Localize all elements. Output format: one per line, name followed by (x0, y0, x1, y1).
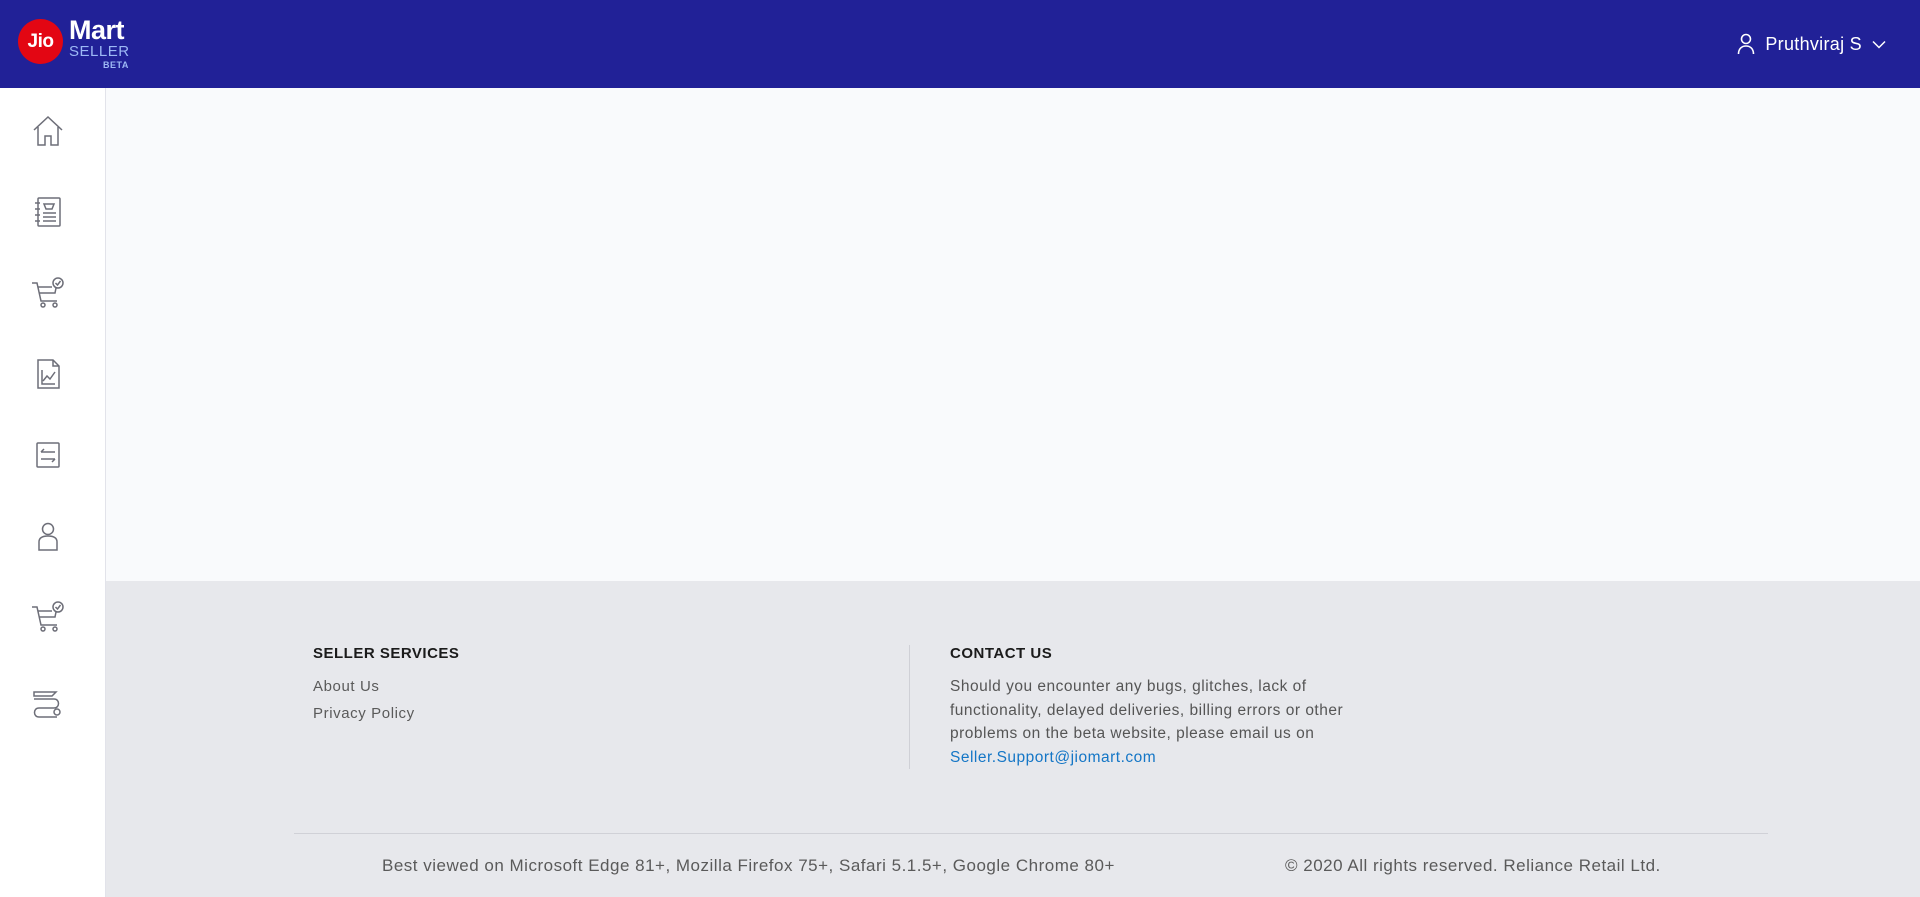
home-icon[interactable] (28, 111, 68, 151)
sidebar-nav (0, 88, 106, 897)
footer-horizontal-divider (294, 833, 1768, 834)
user-icon (1737, 33, 1755, 55)
cart-check-icon[interactable] (28, 597, 68, 637)
analytics-report-icon[interactable] (28, 354, 68, 394)
shipping-icon[interactable] (28, 683, 68, 723)
copyright-text: © 2020 All rights reserved. Reliance Ret… (1285, 856, 1661, 875)
logo-jio: Jio (18, 19, 63, 64)
catalog-icon[interactable] (28, 192, 68, 232)
profile-icon[interactable] (28, 516, 68, 556)
support-email-link[interactable]: Seller.Support@jiomart.com (950, 749, 1156, 766)
contact-us-text: Should you encounter any bugs, glitches,… (950, 675, 1370, 769)
jiomart-seller-logo[interactable]: Jio Mart SELLER BETA (18, 16, 138, 72)
cart-check-icon[interactable] (28, 273, 68, 313)
logo-mart: Mart (69, 15, 125, 45)
footer: SELLER SERVICES About Us Privacy Policy … (106, 581, 1920, 897)
logo-seller: SELLER (69, 43, 130, 60)
seller-services-title: SELLER SERVICES (313, 645, 460, 662)
privacy-policy-link[interactable]: Privacy Policy (313, 705, 459, 722)
logo-beta: BETA (103, 60, 129, 70)
contact-us-section: CONTACT US Should you encounter any bugs… (950, 645, 1370, 769)
main-content (106, 88, 1920, 581)
user-menu[interactable]: Pruthviraj S (1737, 30, 1886, 58)
about-us-link[interactable]: About Us (313, 678, 459, 695)
top-header: Jio Mart SELLER BETA Pruthviraj S (0, 0, 1920, 88)
seller-services-section: SELLER SERVICES About Us Privacy Policy (313, 645, 459, 722)
contact-us-title: CONTACT US (950, 645, 1053, 662)
transactions-icon[interactable] (28, 435, 68, 475)
footer-vertical-divider (909, 645, 910, 769)
contact-message: Should you encounter any bugs, glitches,… (950, 678, 1344, 742)
browser-support-note: Best viewed on Microsoft Edge 81+, Mozil… (382, 856, 1115, 875)
user-name: Pruthviraj S (1765, 33, 1862, 54)
chevron-down-icon[interactable] (1872, 40, 1886, 49)
